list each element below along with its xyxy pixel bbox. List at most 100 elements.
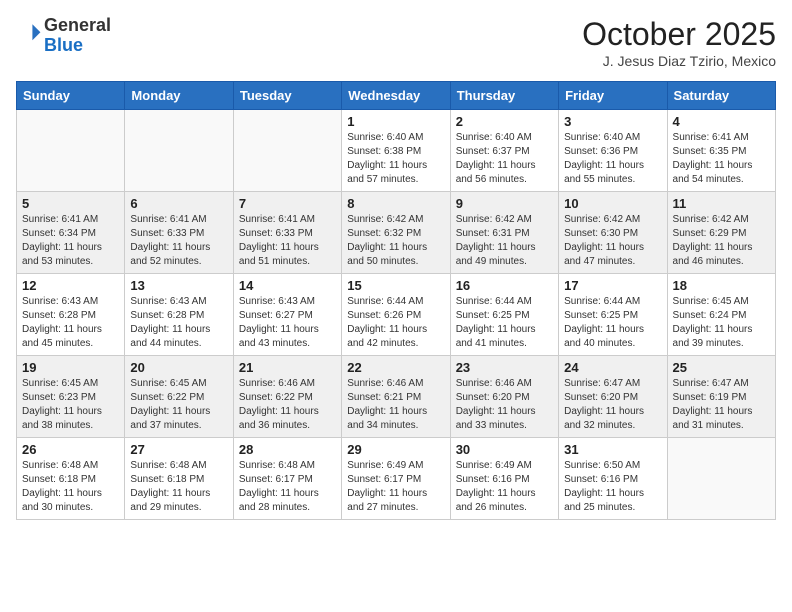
day-number: 23 <box>456 360 553 375</box>
day-number: 11 <box>673 196 770 211</box>
weekday-header-wednesday: Wednesday <box>342 82 450 110</box>
weekday-header-thursday: Thursday <box>450 82 558 110</box>
calendar-cell: 26Sunrise: 6:48 AM Sunset: 6:18 PM Dayli… <box>17 438 125 520</box>
day-number: 18 <box>673 278 770 293</box>
day-number: 27 <box>130 442 227 457</box>
day-detail: Sunrise: 6:44 AM Sunset: 6:26 PM Dayligh… <box>347 295 444 351</box>
day-number: 13 <box>130 278 227 293</box>
calendar-cell: 19 Sunrise: 6:45 AM Sunset: 6:23 PM Dayli… <box>17 356 125 438</box>
title-block: October 2025 J. Jesus Diaz Tzirio, Mexic… <box>582 16 776 69</box>
calendar-week-row: 5 Sunrise: 6:41 AM Sunset: 6:34 PM Daylig… <box>17 192 776 274</box>
day-detail: Sunrise: 6:41 AM Sunset: 6:35 PM Dayligh… <box>673 131 770 187</box>
day-detail: Sunrise: 6:45 AM Sunset: 6:22 PM Dayligh… <box>130 377 227 433</box>
day-number: 22 <box>347 360 444 375</box>
day-number: 10 <box>564 196 661 211</box>
calendar-cell: 5 Sunrise: 6:41 AM Sunset: 6:34 PM Daylig… <box>17 192 125 274</box>
day-number: 14 <box>239 278 336 293</box>
day-number: 8 <box>347 196 444 211</box>
day-detail: Sunrise: 6:40 AM Sunset: 6:38 PM Dayligh… <box>347 131 444 187</box>
calendar-cell <box>667 438 775 520</box>
calendar-cell: 27 Sunrise: 6:48 AM Sunset: 6:18 PM Dayli… <box>125 438 233 520</box>
weekday-header-saturday: Saturday <box>667 82 775 110</box>
day-number: 15 <box>347 278 444 293</box>
day-number: 1 <box>347 114 444 129</box>
month-title: October 2025 <box>582 16 776 53</box>
calendar-cell: 13Sunrise: 6:43 AM Sunset: 6:28 PM Dayli… <box>125 274 233 356</box>
day-detail: Sunrise: 6:49 AM Sunset: 6:16 PM Dayligh… <box>456 459 553 515</box>
day-detail: Sunrise: 6:42 AM Sunset: 6:29 PM Dayligh… <box>673 213 770 269</box>
calendar-cell: 17 Sunrise: 6:44 AM Sunset: 6:25 PM Dayli… <box>559 274 667 356</box>
day-number: 25 <box>673 360 770 375</box>
day-number: 21 <box>239 360 336 375</box>
day-number: 28 <box>239 442 336 457</box>
day-number: 4 <box>673 114 770 129</box>
calendar-cell: 8 Sunrise: 6:42 AM Sunset: 6:32 PM Daylig… <box>342 192 450 274</box>
calendar-cell: 4 Sunrise: 6:41 AM Sunset: 6:35 PM Daylig… <box>667 110 775 192</box>
day-detail: Sunrise: 6:46 AM Sunset: 6:20 PM Dayligh… <box>456 377 553 433</box>
calendar-cell: 11 Sunrise: 6:42 AM Sunset: 6:29 PM Dayli… <box>667 192 775 274</box>
day-detail: Sunrise: 6:45 AM Sunset: 6:24 PM Dayligh… <box>673 295 770 351</box>
day-number: 5 <box>22 196 119 211</box>
day-detail: Sunrise: 6:40 AM Sunset: 6:37 PM Dayligh… <box>456 131 553 187</box>
day-detail: Sunrise: 6:41 AM Sunset: 6:33 PM Dayligh… <box>239 213 336 269</box>
calendar-cell: 12 Sunrise: 6:43 AM Sunset: 6:28 PM Dayli… <box>17 274 125 356</box>
calendar-cell <box>233 110 341 192</box>
day-number: 19 <box>22 360 119 375</box>
day-number: 29 <box>347 442 444 457</box>
day-number: 2 <box>456 114 553 129</box>
day-detail: Sunrise: 6:43 AM Sunset: 6:28 PM Dayligh… <box>22 295 119 351</box>
calendar-cell <box>17 110 125 192</box>
calendar-cell: 1 Sunrise: 6:40 AM Sunset: 6:38 PM Daylig… <box>342 110 450 192</box>
day-number: 16 <box>456 278 553 293</box>
weekday-header-friday: Friday <box>559 82 667 110</box>
day-number: 26 <box>22 442 119 457</box>
logo-icon <box>18 21 42 45</box>
calendar-cell: 22Sunrise: 6:46 AM Sunset: 6:21 PM Dayli… <box>342 356 450 438</box>
page-header: General Blue October 2025 J. Jesus Diaz … <box>16 16 776 69</box>
day-detail: Sunrise: 6:42 AM Sunset: 6:30 PM Dayligh… <box>564 213 661 269</box>
calendar-cell: 3 Sunrise: 6:40 AM Sunset: 6:36 PM Daylig… <box>559 110 667 192</box>
calendar-cell: 21 Sunrise: 6:46 AM Sunset: 6:22 PM Dayli… <box>233 356 341 438</box>
day-number: 12 <box>22 278 119 293</box>
day-detail: Sunrise: 6:43 AM Sunset: 6:27 PM Dayligh… <box>239 295 336 351</box>
calendar-week-row: 19 Sunrise: 6:45 AM Sunset: 6:23 PM Dayli… <box>17 356 776 438</box>
day-detail: Sunrise: 6:41 AM Sunset: 6:34 PM Dayligh… <box>22 213 119 269</box>
day-detail: Sunrise: 6:44 AM Sunset: 6:25 PM Dayligh… <box>456 295 553 351</box>
calendar-cell: 10 Sunrise: 6:42 AM Sunset: 6:30 PM Dayli… <box>559 192 667 274</box>
day-detail: Sunrise: 6:50 AM Sunset: 6:16 PM Dayligh… <box>564 459 661 515</box>
calendar-cell: 7 Sunrise: 6:41 AM Sunset: 6:33 PM Daylig… <box>233 192 341 274</box>
weekday-header-tuesday: Tuesday <box>233 82 341 110</box>
calendar-cell: 16 Sunrise: 6:44 AM Sunset: 6:25 PM Dayli… <box>450 274 558 356</box>
calendar-cell: 23 Sunrise: 6:46 AM Sunset: 6:20 PM Dayli… <box>450 356 558 438</box>
day-detail: Sunrise: 6:40 AM Sunset: 6:36 PM Dayligh… <box>564 131 661 187</box>
day-detail: Sunrise: 6:44 AM Sunset: 6:25 PM Dayligh… <box>564 295 661 351</box>
day-number: 20 <box>130 360 227 375</box>
calendar-cell: 30 Sunrise: 6:49 AM Sunset: 6:16 PM Dayli… <box>450 438 558 520</box>
day-detail: Sunrise: 6:47 AM Sunset: 6:19 PM Dayligh… <box>673 377 770 433</box>
day-number: 6 <box>130 196 227 211</box>
calendar-cell <box>125 110 233 192</box>
calendar-week-row: 12 Sunrise: 6:43 AM Sunset: 6:28 PM Dayli… <box>17 274 776 356</box>
day-detail: Sunrise: 6:46 AM Sunset: 6:22 PM Dayligh… <box>239 377 336 433</box>
day-number: 17 <box>564 278 661 293</box>
day-number: 7 <box>239 196 336 211</box>
calendar-header-row: SundayMondayTuesdayWednesdayThursdayFrid… <box>17 82 776 110</box>
day-detail: Sunrise: 6:48 AM Sunset: 6:17 PM Dayligh… <box>239 459 336 515</box>
day-number: 30 <box>456 442 553 457</box>
calendar-cell: 15 Sunrise: 6:44 AM Sunset: 6:26 PM Dayli… <box>342 274 450 356</box>
day-detail: Sunrise: 6:47 AM Sunset: 6:20 PM Dayligh… <box>564 377 661 433</box>
calendar-week-row: 1 Sunrise: 6:40 AM Sunset: 6:38 PM Daylig… <box>17 110 776 192</box>
day-detail: Sunrise: 6:42 AM Sunset: 6:31 PM Dayligh… <box>456 213 553 269</box>
logo: General Blue <box>16 16 111 56</box>
weekday-header-monday: Monday <box>125 82 233 110</box>
day-number: 24 <box>564 360 661 375</box>
day-number: 3 <box>564 114 661 129</box>
day-detail: Sunrise: 6:41 AM Sunset: 6:33 PM Dayligh… <box>130 213 227 269</box>
calendar-cell: 24 Sunrise: 6:47 AM Sunset: 6:20 PM Dayli… <box>559 356 667 438</box>
day-detail: Sunrise: 6:48 AM Sunset: 6:18 PM Dayligh… <box>130 459 227 515</box>
day-detail: Sunrise: 6:45 AM Sunset: 6:23 PM Dayligh… <box>22 377 119 433</box>
calendar-cell: 25 Sunrise: 6:47 AM Sunset: 6:19 PM Dayli… <box>667 356 775 438</box>
calendar-cell: 20 Sunrise: 6:45 AM Sunset: 6:22 PM Dayli… <box>125 356 233 438</box>
day-detail: Sunrise: 6:42 AM Sunset: 6:32 PM Dayligh… <box>347 213 444 269</box>
calendar-cell: 14 Sunrise: 6:43 AM Sunset: 6:27 PM Dayli… <box>233 274 341 356</box>
